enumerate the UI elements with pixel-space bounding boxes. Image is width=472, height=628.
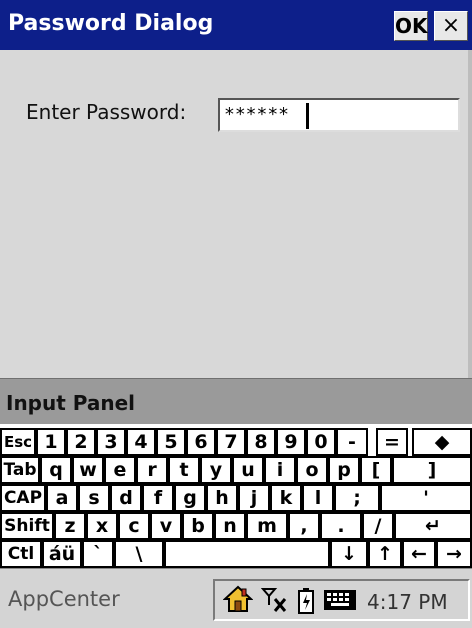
key-intl[interactable]: áü — [42, 540, 82, 568]
password-label: Enter Password: — [26, 100, 187, 124]
title-bar: Password Dialog OK × — [0, 0, 472, 50]
key-i[interactable]: i — [264, 456, 296, 484]
key-5[interactable]: 5 — [156, 428, 186, 456]
appcenter-button[interactable]: AppCenter — [8, 587, 120, 611]
password-value: ****** — [224, 104, 290, 125]
clock[interactable]: 4:17 PM — [367, 590, 448, 614]
arrow-up-key[interactable]: ↑ — [368, 540, 402, 568]
text-caret — [306, 103, 309, 129]
close-button[interactable]: × — [434, 11, 468, 41]
key-3[interactable]: 3 — [96, 428, 126, 456]
key-2[interactable]: 2 — [66, 428, 96, 456]
key-p[interactable]: p — [328, 456, 360, 484]
key-h[interactable]: h — [206, 484, 238, 512]
key-caps[interactable]: CAP — [0, 484, 46, 512]
key-right-bracket[interactable]: ] — [392, 456, 472, 484]
key-comma[interactable]: , — [288, 512, 320, 540]
key-n[interactable]: n — [214, 512, 246, 540]
space-key[interactable] — [164, 540, 330, 568]
key-g[interactable]: g — [174, 484, 206, 512]
system-tray: 4:17 PM — [213, 579, 470, 621]
key-backtick[interactable]: ` — [82, 540, 114, 568]
key-minus[interactable]: - — [336, 428, 368, 456]
signal-off-icon[interactable] — [260, 587, 289, 617]
input-panel-bar: Input Panel — [0, 378, 472, 424]
key-f[interactable]: f — [142, 484, 174, 512]
key-s[interactable]: s — [78, 484, 110, 512]
key-apostrophe[interactable]: ' — [380, 484, 472, 512]
keyboard-icon[interactable] — [323, 589, 357, 615]
key-0[interactable]: 0 — [306, 428, 336, 456]
key-u[interactable]: u — [232, 456, 264, 484]
key-q[interactable]: q — [40, 456, 72, 484]
dialog-body: Enter Password: ****** — [0, 50, 472, 378]
key-y[interactable]: y — [200, 456, 232, 484]
key-4[interactable]: 4 — [126, 428, 156, 456]
key-k[interactable]: k — [270, 484, 302, 512]
soft-keyboard: Esc 1 2 3 4 5 6 7 8 9 0 - = ◆ Tab q w e … — [0, 424, 472, 568]
key-e[interactable]: e — [104, 456, 136, 484]
key-ctrl[interactable]: Ctl — [0, 540, 42, 568]
enter-key[interactable]: ↵ — [394, 512, 472, 540]
key-shift[interactable]: Shift — [0, 512, 54, 540]
window-title: Password Dialog — [8, 11, 214, 36]
key-esc[interactable]: Esc — [0, 428, 36, 456]
ok-button[interactable]: OK — [394, 11, 428, 41]
key-1[interactable]: 1 — [36, 428, 66, 456]
key-c[interactable]: c — [118, 512, 150, 540]
key-o[interactable]: o — [296, 456, 328, 484]
arrow-down-key[interactable]: ↓ — [330, 540, 368, 568]
home-icon[interactable] — [222, 585, 254, 617]
key-6[interactable]: 6 — [186, 428, 216, 456]
key-equals[interactable]: = — [376, 428, 408, 456]
key-t[interactable]: t — [168, 456, 200, 484]
key-j[interactable]: j — [238, 484, 270, 512]
key-9[interactable]: 9 — [276, 428, 306, 456]
key-b[interactable]: b — [182, 512, 214, 540]
key-d[interactable]: d — [110, 484, 142, 512]
backspace-key[interactable]: ◆ — [412, 428, 472, 456]
arrow-left-key[interactable]: ← — [402, 540, 436, 568]
key-x[interactable]: x — [86, 512, 118, 540]
key-v[interactable]: v — [150, 512, 182, 540]
key-slash[interactable]: / — [362, 512, 394, 540]
key-a[interactable]: a — [46, 484, 78, 512]
input-panel-title: Input Panel — [6, 391, 136, 415]
arrow-right-key[interactable]: → — [436, 540, 472, 568]
key-l[interactable]: l — [302, 484, 334, 512]
key-z[interactable]: z — [54, 512, 86, 540]
key-w[interactable]: w — [72, 456, 104, 484]
key-7[interactable]: 7 — [216, 428, 246, 456]
battery-icon[interactable] — [297, 587, 315, 619]
key-period[interactable]: . — [320, 512, 362, 540]
key-r[interactable]: r — [136, 456, 168, 484]
key-backslash[interactable]: \ — [114, 540, 164, 568]
key-left-bracket[interactable]: [ — [360, 456, 392, 484]
key-m[interactable]: m — [246, 512, 288, 540]
taskbar: AppCenter 4:17 PM — [0, 568, 472, 628]
key-semicolon[interactable]: ; — [334, 484, 380, 512]
password-field[interactable]: ****** — [218, 98, 460, 132]
key-tab[interactable]: Tab — [0, 456, 40, 484]
key-8[interactable]: 8 — [246, 428, 276, 456]
